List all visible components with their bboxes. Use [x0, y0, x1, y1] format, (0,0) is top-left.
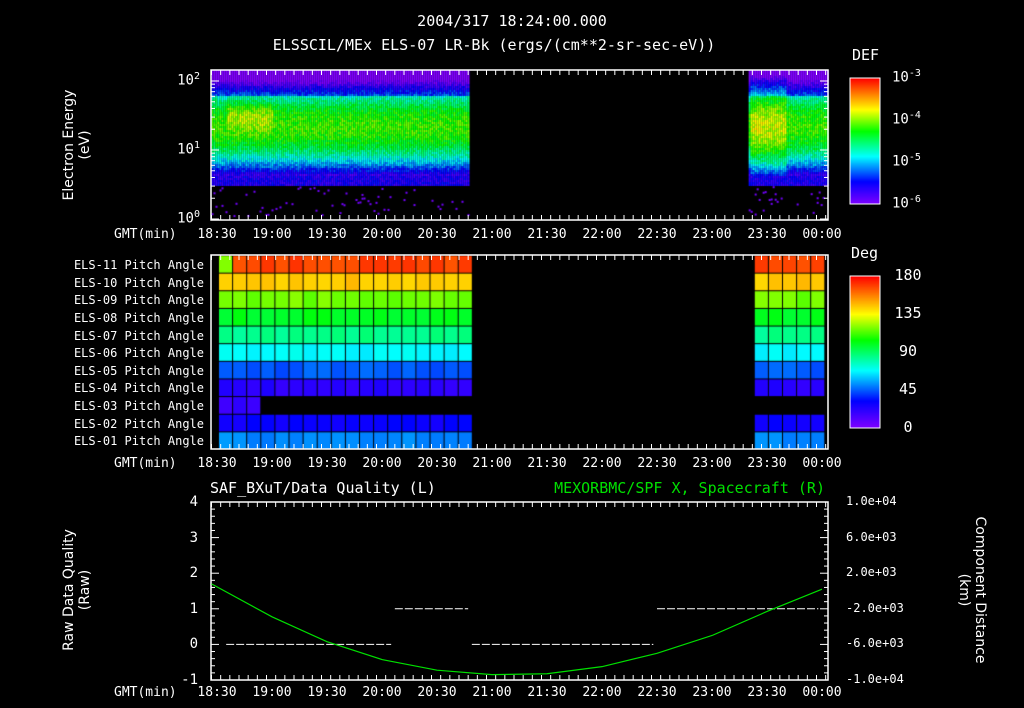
distance-tick-label: -6.0e+03 — [846, 636, 904, 651]
time-axis-label: GMT(min) — [114, 227, 177, 242]
time-tick-label: 00:00 — [802, 685, 842, 700]
time-tick-label: 22:30 — [637, 227, 677, 242]
spf-title: MEXORBMC/SPF X, Spacecraft (R) — [554, 479, 825, 497]
time-tick-label: 21:00 — [472, 685, 512, 700]
time-tick-label: 18:30 — [197, 685, 237, 700]
spf-x-line — [211, 583, 823, 676]
pitch-row-label: ELS-11 Pitch Angle — [73, 258, 204, 272]
deg-tick-label: 90 — [898, 342, 918, 360]
deg-tick-label: 180 — [894, 266, 922, 284]
quality-tick-label: 1 — [189, 600, 198, 617]
quality-tick-label: 0 — [189, 636, 198, 653]
energy-axis-label: Electron Energy (eV) — [60, 89, 93, 201]
time-tick-label: 22:30 — [637, 685, 677, 700]
pitch-row-label: ELS-07 Pitch Angle — [73, 328, 204, 343]
time-tick-label: 20:30 — [417, 227, 457, 242]
deg-colorbar-label: Deg — [851, 244, 879, 262]
distance-tick-label: 6.0e+03 — [846, 529, 897, 544]
time-tick-label: 19:00 — [252, 227, 292, 242]
time-tick-label: 19:00 — [252, 685, 292, 700]
time-tick-label: 00:00 — [802, 456, 842, 471]
time-axis-label: GMT(min) — [114, 685, 177, 700]
spectrogram-title: ELSSCIL/MEx ELS-07 LR-Bk (ergs/(cm**2-sr… — [272, 36, 716, 54]
quality-tick-label: 2 — [189, 565, 198, 582]
time-tick-label: 18:30 — [197, 227, 237, 242]
time-tick-label: 23:00 — [692, 685, 732, 700]
pitch-row-label: ELS-02 Pitch Angle — [73, 416, 204, 431]
quality-axis-label: Raw Data Quality (Raw) — [60, 529, 93, 651]
time-tick-label: 23:30 — [747, 685, 787, 700]
time-tick-label: 22:30 — [637, 456, 677, 471]
energy-tick-label: 102 — [177, 71, 200, 89]
time-tick-label: 23:30 — [747, 456, 787, 471]
time-tick-label: 00:00 — [802, 227, 842, 242]
time-tick-label: 22:00 — [582, 456, 622, 471]
time-tick-label: 20:00 — [362, 456, 402, 471]
deg-tick-label: 45 — [898, 380, 918, 398]
energy-tick-label: 100 — [177, 209, 200, 227]
pitch-row-label: ELS-01 Pitch Angle — [73, 434, 204, 449]
def-tick-label: 10-3 — [892, 68, 921, 86]
quality-title: SAF_BXuT/Data Quality (L) — [210, 479, 436, 497]
plot-date-time: 2004/317 18:24:00.000 — [417, 12, 607, 30]
time-tick-label: 22:00 — [582, 227, 622, 242]
quality-tick-label: 4 — [189, 494, 198, 510]
time-tick-label: 19:30 — [307, 456, 347, 471]
pitch-row-label: ELS-05 Pitch Angle — [73, 363, 204, 378]
time-tick-label: 23:30 — [747, 227, 787, 242]
pitch-row-label: ELS-09 Pitch Angle — [73, 293, 204, 308]
deg-tick-label: 135 — [894, 304, 922, 322]
def-tick-label: 10-6 — [892, 194, 921, 212]
distance-tick-label: 1.0e+04 — [846, 494, 897, 508]
quality-tick-label: 3 — [189, 529, 198, 546]
distance-tick-label: -1.0e+04 — [846, 672, 904, 686]
def-tick-label: 10-5 — [892, 152, 921, 170]
spectrogram-frame — [210, 69, 829, 221]
time-tick-label: 21:30 — [527, 456, 567, 471]
pitch-row-label: ELS-03 Pitch Angle — [73, 399, 204, 414]
time-tick-label: 19:30 — [307, 685, 347, 700]
energy-tick-label: 101 — [177, 140, 200, 158]
time-axis-label: GMT(min) — [114, 456, 177, 471]
pitch-row-label: ELS-04 Pitch Angle — [73, 381, 204, 396]
def-colorbar-label: DEF — [852, 46, 880, 64]
distance-tick-label: -2.0e+03 — [846, 600, 904, 615]
time-tick-label: 19:30 — [307, 227, 347, 242]
pitch-row-label: ELS-06 Pitch Angle — [73, 346, 204, 361]
time-tick-label: 23:00 — [692, 456, 732, 471]
time-tick-label: 21:30 — [527, 227, 567, 242]
distance-tick-label: 2.0e+03 — [846, 565, 897, 580]
time-tick-label: 20:00 — [362, 685, 402, 700]
time-tick-label: 21:00 — [472, 456, 512, 471]
time-tick-label: 21:00 — [472, 227, 512, 242]
time-tick-label: 23:00 — [692, 227, 732, 242]
def-tick-label: 10-4 — [892, 110, 921, 128]
time-tick-label: 20:00 — [362, 227, 402, 242]
time-tick-label: 20:30 — [417, 456, 457, 471]
distance-axis-label: Component Distance (km) — [956, 516, 989, 664]
deg-tick-label: 0 — [903, 418, 913, 436]
pitch-angle-frame — [210, 254, 829, 450]
time-tick-label: 19:00 — [252, 456, 292, 471]
deg-colorbar — [849, 275, 881, 429]
pitch-row-label: ELS-10 Pitch Angle — [73, 275, 204, 290]
quality-frame — [210, 501, 829, 681]
time-tick-label: 18:30 — [197, 456, 237, 471]
time-tick-label: 20:30 — [417, 685, 457, 700]
quality-tick-label: -1 — [181, 672, 198, 688]
time-tick-label: 21:30 — [527, 685, 567, 700]
pitch-row-label: ELS-08 Pitch Angle — [73, 310, 204, 325]
def-colorbar — [849, 77, 881, 205]
time-tick-label: 22:00 — [582, 685, 622, 700]
